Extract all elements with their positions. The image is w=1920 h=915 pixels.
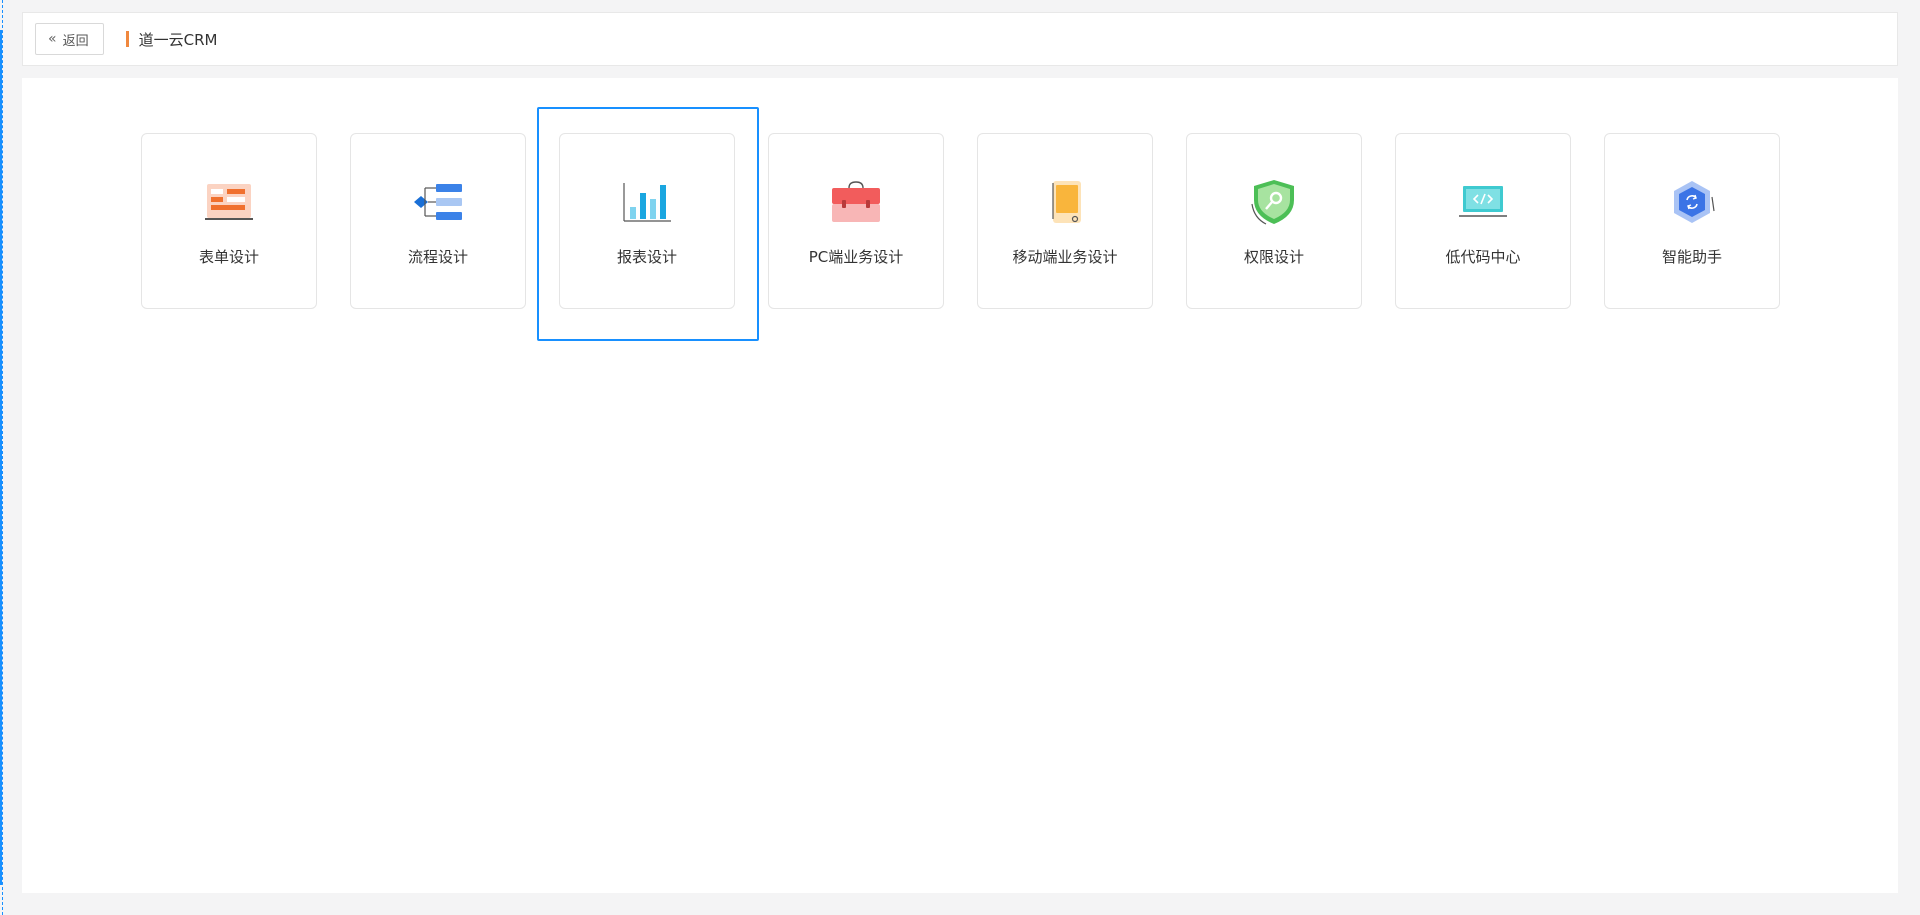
low-code-icon [1455,178,1511,226]
card-label: 表单设计 [198,248,259,266]
form-design-icon [201,178,257,226]
smart-assistant-icon [1664,178,1720,226]
card-form-design[interactable]: 表单设计 [141,133,317,309]
permission-shield-icon [1246,178,1302,226]
double-chevron-left-icon: « [48,31,57,47]
card-label: 权限设计 [1243,248,1304,266]
title-wrap: 道一云CRM [125,29,218,50]
card-mobile-business-design[interactable]: 移动端业务设计 [977,133,1153,309]
back-button-label: 返回 [62,33,89,49]
mobile-business-icon [1037,178,1093,226]
page-title: 道一云CRM [138,30,218,49]
top-header: « 返回 道一云CRM [22,12,1898,66]
back-button[interactable]: « 返回 [35,23,104,55]
left-edge-bar [0,30,2,885]
card-label: 报表设计 [616,248,677,266]
card-pc-business-design[interactable]: PC端业务设计 [768,133,944,309]
card-report-design[interactable]: 报表设计 [537,107,759,341]
card-permission-design[interactable]: 权限设计 [1186,133,1362,309]
design-cards: 表单设计 流程设计 报表设计 PC端业务设计 移动端业务设计 权限设计 低代码中… [141,107,1780,341]
card-low-code-center[interactable]: 低代码中心 [1395,133,1571,309]
card-label: 移动端业务设计 [1012,248,1118,266]
title-marker [125,31,129,47]
card-label: 流程设计 [407,248,468,266]
card-label: 智能助手 [1661,248,1722,266]
card-label: 低代码中心 [1445,248,1521,266]
report-design-icon [619,178,675,226]
pc-business-icon [828,178,884,226]
main-panel: 表单设计 流程设计 报表设计 PC端业务设计 移动端业务设计 权限设计 低代码中… [22,78,1898,893]
card-flow-design[interactable]: 流程设计 [350,133,526,309]
card-smart-assistant[interactable]: 智能助手 [1604,133,1780,309]
card-label: PC端业务设计 [808,248,904,266]
flow-design-icon [410,178,466,226]
